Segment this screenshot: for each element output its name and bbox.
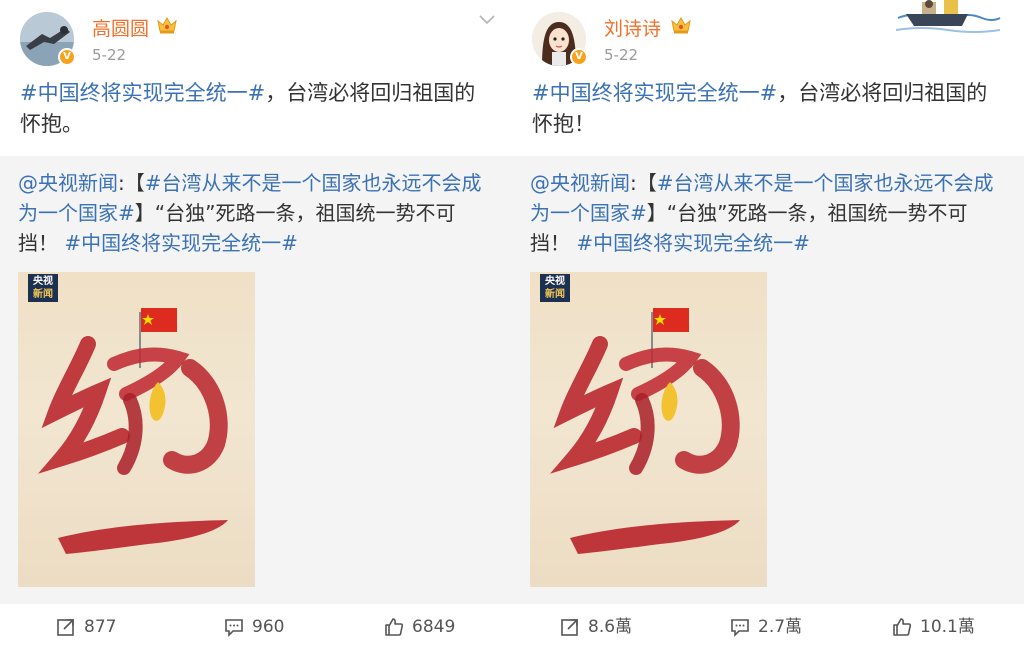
boat-decoration-icon [895, 0, 1001, 33]
post-header: V 高圆圆 5-22 [0, 0, 512, 72]
bracket-open: 【 [636, 171, 657, 195]
unity-calligraphy-art [37, 308, 228, 554]
bracket-open: 【 [124, 171, 145, 195]
like-icon [385, 618, 404, 636]
comment-count: 2.7萬 [758, 617, 803, 637]
comment-count: 960 [252, 617, 285, 637]
repost-text: @央视新闻:【#台湾从来不是一个国家也永远不会成为一个国家#】“台独”死路一条，… [530, 168, 1006, 258]
post-text: #中国终将实现完全统一#，台湾必将回归祖国的怀抱！ [532, 78, 1002, 140]
hashtag-link[interactable]: #中国终将实现完全统一# [532, 81, 777, 105]
unity-calligraphy-art [549, 308, 740, 554]
poster-image[interactable]: 央视 新闻 [530, 272, 767, 587]
comment-icon [731, 619, 749, 637]
bracket-close: 】 [646, 201, 667, 225]
bracket-close: 】 [134, 201, 155, 225]
comment-icon [225, 619, 243, 637]
share-icon [57, 619, 74, 636]
repost-text: @央视新闻:【#台湾从来不是一个国家也永远不会成为一个国家#】“台独”死路一条，… [18, 168, 494, 258]
share-icon [561, 619, 578, 636]
verified-icon: V [58, 48, 76, 66]
chevron-down-icon[interactable] [478, 14, 496, 26]
like-count: 10.1萬 [920, 617, 975, 637]
weibo-post: V 刘诗诗 5-22 #中国终将实现完全统一#，台湾必将回归祖国的怀抱！ @央视… [512, 0, 1024, 649]
mention-link[interactable]: @央视新闻 [530, 171, 630, 195]
hashtag-link[interactable]: #中国终将实现完全统一# [64, 231, 298, 255]
share-count: 877 [84, 617, 117, 637]
post-date: 5-22 [92, 46, 127, 64]
verified-icon: V [570, 48, 588, 66]
feed: V 高圆圆 5-22 #中国终将实现完全统一#，台湾必将回归祖国的怀抱。 @央视… [0, 0, 1024, 649]
like-count: 6849 [412, 617, 456, 637]
share-count: 8.6萬 [588, 617, 633, 637]
poster-image[interactable]: 央视 新闻 [18, 272, 255, 587]
mention-link[interactable]: @央视新闻 [18, 171, 118, 195]
username[interactable]: 高圆圆 [92, 14, 149, 41]
like-icon [893, 618, 912, 636]
hashtag-link[interactable]: #中国终将实现完全统一# [576, 231, 810, 255]
action-bar: 877 960 6849 [0, 604, 512, 649]
repost-colon: : [630, 171, 637, 195]
repost-card[interactable]: @央视新闻:【#台湾从来不是一个国家也永远不会成为一个国家#】“台独”死路一条，… [512, 156, 1024, 604]
hashtag-link[interactable]: #中国终将实现完全统一# [20, 81, 265, 105]
repost-colon: : [118, 171, 125, 195]
post-text: #中国终将实现完全统一#，台湾必将回归祖国的怀抱。 [20, 78, 490, 140]
weibo-post: V 高圆圆 5-22 #中国终将实现完全统一#，台湾必将回归祖国的怀抱。 @央视… [0, 0, 512, 649]
repost-card[interactable]: @央视新闻:【#台湾从来不是一个国家也永远不会成为一个国家#】“台独”死路一条，… [0, 156, 512, 604]
action-bar: 8.6萬 2.7萬 10.1萬 [512, 604, 1024, 649]
post-date: 5-22 [604, 46, 639, 64]
username[interactable]: 刘诗诗 [604, 14, 661, 41]
crown-icon [157, 16, 177, 34]
crown-icon [671, 16, 691, 34]
post-header: V 刘诗诗 5-22 [512, 0, 1024, 72]
